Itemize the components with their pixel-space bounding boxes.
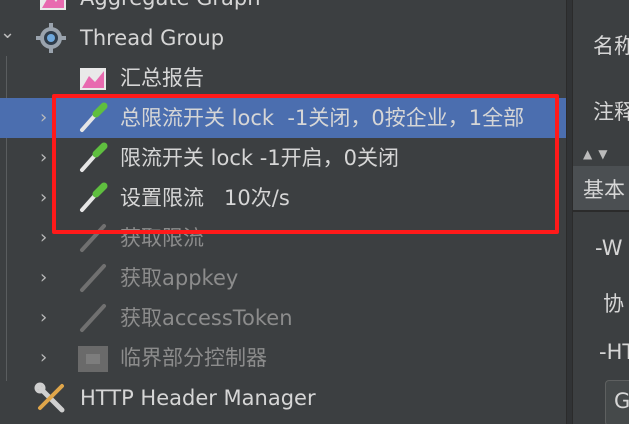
test-plan-tree: Aggregate Graph ⌄ Thread Group 汇总报告 › xyxy=(0,0,566,424)
tree-item-label: Aggregate Graph xyxy=(80,0,261,12)
tree-item-get-access-token[interactable]: › 获取accessToken xyxy=(0,298,566,338)
tree-item-label: HTTP Header Manager xyxy=(80,386,316,410)
splitter[interactable] xyxy=(566,0,573,424)
aggregate-graph-icon xyxy=(36,0,70,14)
wrench-icon xyxy=(34,382,68,414)
chevron-down-icon[interactable]: ⌄ xyxy=(0,22,15,44)
method-select-value: G xyxy=(614,389,629,413)
pipette-disabled-icon xyxy=(76,302,110,334)
tree-item-http-header-manager[interactable]: HTTP Header Manager xyxy=(0,378,566,418)
tree-item-aggregate-graph[interactable]: Aggregate Graph xyxy=(0,0,566,18)
protocol-label: 协 xyxy=(603,292,624,316)
http-request-section-label: -HT xyxy=(599,340,629,364)
tree-item-label: 获取accessToken xyxy=(120,306,293,330)
chevron-right-icon[interactable]: › xyxy=(40,267,47,289)
pipette-disabled-icon xyxy=(76,262,110,294)
aggregate-graph-icon xyxy=(76,62,110,94)
highlight-annotation-box xyxy=(52,94,559,234)
chevron-right-icon[interactable]: › xyxy=(40,187,47,209)
tree-item-label: 获取appkey xyxy=(120,266,239,290)
tree-item-summary-report[interactable]: 汇总报告 xyxy=(0,58,566,98)
tree-item-label: 临界部分控制器 xyxy=(120,346,267,370)
tree-item-critical-section-controller[interactable]: › 临界部分控制器 xyxy=(0,338,566,378)
comment-label: 注释 xyxy=(593,100,629,124)
element-editor-panel: 名称 注释 ▲▼ 基本 -W 协 -HT G xyxy=(573,0,629,424)
chevron-right-icon[interactable]: › xyxy=(40,307,47,329)
chevron-right-icon[interactable]: › xyxy=(40,227,47,249)
tree-item-label: Thread Group xyxy=(80,26,225,50)
method-select[interactable]: G xyxy=(605,380,629,424)
chevron-right-icon[interactable]: › xyxy=(40,347,47,369)
controller-disabled-icon xyxy=(76,342,110,374)
tab-basic[interactable]: 基本 xyxy=(573,166,629,212)
gear-icon xyxy=(34,22,68,54)
tree-item-get-appkey[interactable]: › 获取appkey xyxy=(0,258,566,298)
name-label: 名称 xyxy=(593,34,629,58)
tab-basic-label: 基本 xyxy=(583,178,625,202)
web-server-section-label: -W xyxy=(595,236,623,260)
collapse-arrows-icon[interactable]: ▲▼ xyxy=(583,147,613,161)
chevron-right-icon[interactable]: › xyxy=(40,107,47,129)
chevron-right-icon[interactable]: › xyxy=(40,147,47,169)
tree-item-thread-group[interactable]: ⌄ Thread Group xyxy=(0,18,566,58)
tree-item-label: 汇总报告 xyxy=(120,66,204,90)
